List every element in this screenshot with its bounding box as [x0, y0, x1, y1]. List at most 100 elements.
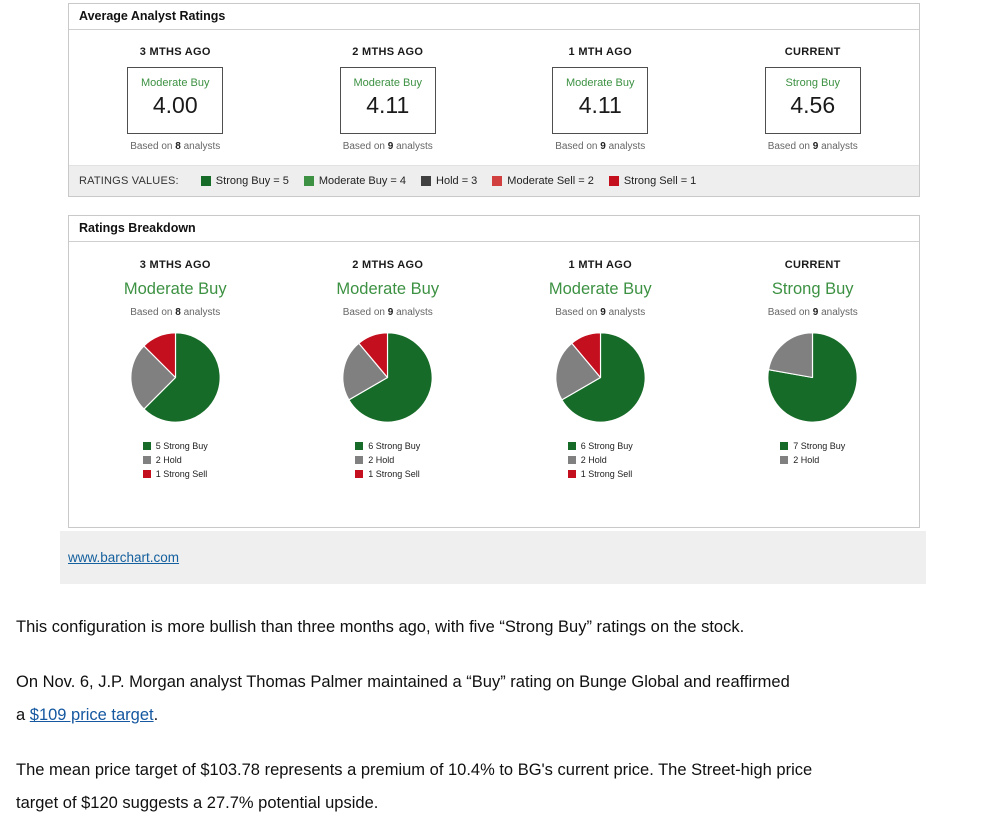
- strong-buy-swatch-icon: [355, 442, 363, 450]
- breakdown-column-current: CURRENT Strong Buy Based on 9 analysts 7…: [707, 259, 920, 483]
- paragraph-text: .: [154, 706, 159, 724]
- ratings-breakdown-columns: 3 MTHS AGO Moderate Buy Based on 8 analy…: [69, 242, 919, 527]
- price-target-link[interactable]: $109 price target: [30, 706, 154, 724]
- strong-sell-swatch-icon: [568, 470, 576, 478]
- legend-item-moderate-sell: Moderate Sell = 2: [492, 175, 594, 187]
- pie-legend: 7 Strong Buy 2 Hold: [780, 437, 845, 465]
- rating-value: 4.00: [128, 92, 222, 119]
- pie-legend-row: 2 Hold: [780, 455, 845, 465]
- avg-column-2mths: 2 MTHS AGO Moderate Buy 4.11 Based on 9 …: [282, 46, 495, 152]
- pie-legend-label: 1 Strong Sell: [368, 469, 420, 479]
- breakdown-column-1mth: 1 MTH AGO Moderate Buy Based on 9 analys…: [494, 259, 707, 483]
- analyst-count-note: Based on 9 analysts: [494, 307, 707, 318]
- pie-legend: 5 Strong Buy 2 Hold 1 Strong Sell: [143, 437, 208, 479]
- legend-item-strong-sell: Strong Sell = 1: [609, 175, 696, 187]
- based-prefix: Based on: [130, 307, 175, 318]
- paragraph-price-target: The mean price target of $103.78 represe…: [16, 754, 998, 820]
- based-prefix: Based on: [555, 141, 600, 152]
- pie-legend-row: 1 Strong Sell: [143, 469, 208, 479]
- pie-legend-label: 1 Strong Sell: [156, 469, 208, 479]
- legend-item-label: Strong Sell = 1: [624, 175, 696, 187]
- analyst-count-note: Based on 9 analysts: [707, 307, 920, 318]
- paragraph-jpmorgan: On Nov. 6, J.P. Morgan analyst Thomas Pa…: [16, 666, 998, 732]
- pie-legend-label: 1 Strong Sell: [581, 469, 633, 479]
- rating-value-box: Moderate Buy 4.00: [127, 67, 223, 134]
- pie-legend-row: 1 Strong Sell: [355, 469, 420, 479]
- pie-chart-2mths: [340, 330, 435, 425]
- rating-label: Moderate Buy: [282, 280, 495, 299]
- rating-value: 4.11: [553, 92, 647, 119]
- rating-value-box: Moderate Buy 4.11: [340, 67, 436, 134]
- pie-legend-row: 6 Strong Buy: [568, 441, 633, 451]
- based-suffix: analysts: [606, 141, 645, 152]
- based-prefix: Based on: [768, 307, 813, 318]
- pie-legend-row: 7 Strong Buy: [780, 441, 845, 451]
- based-prefix: Based on: [343, 307, 388, 318]
- legend-item-strong-buy: Strong Buy = 5: [201, 175, 289, 187]
- legend-item-hold: Hold = 3: [421, 175, 477, 187]
- based-prefix: Based on: [130, 141, 175, 152]
- pie-legend: 6 Strong Buy 2 Hold 1 Strong Sell: [568, 437, 633, 479]
- strong-buy-swatch-icon: [568, 442, 576, 450]
- pie-chart-3mths: [128, 330, 223, 425]
- strong-buy-swatch-icon: [780, 442, 788, 450]
- period-label: 2 MTHS AGO: [282, 46, 495, 58]
- analyst-ratings-figure: Average Analyst Ratings 3 MTHS AGO Moder…: [60, 0, 926, 584]
- breakdown-column-3mths: 3 MTHS AGO Moderate Buy Based on 8 analy…: [69, 259, 282, 483]
- based-prefix: Based on: [768, 141, 813, 152]
- pie-chart-current: [765, 330, 860, 425]
- source-attribution-bar: www.barchart.com: [60, 531, 926, 584]
- rating-label: Moderate Buy: [128, 77, 222, 89]
- pie-legend-label: 6 Strong Buy: [581, 441, 633, 451]
- ratings-values-label: RATINGS VALUES:: [79, 175, 179, 187]
- legend-item-label: Moderate Sell = 2: [507, 175, 594, 187]
- pie-legend-label: 2 Hold: [793, 455, 819, 465]
- paragraph-line: target of $120 suggests a 27.7% potentia…: [16, 787, 998, 820]
- ratings-breakdown-panel-title: Ratings Breakdown: [69, 216, 919, 242]
- rating-label: Moderate Buy: [494, 280, 707, 299]
- rating-value-box: Strong Buy 4.56: [765, 67, 861, 134]
- hold-swatch-icon: [780, 456, 788, 464]
- pie-legend-row: 1 Strong Sell: [568, 469, 633, 479]
- strong-sell-swatch-icon: [355, 470, 363, 478]
- period-label: 3 MTHS AGO: [69, 259, 282, 271]
- hold-swatch-icon: [355, 456, 363, 464]
- pie-legend-row: 2 Hold: [355, 455, 420, 465]
- period-label: 3 MTHS AGO: [69, 46, 282, 58]
- pie-legend-label: 5 Strong Buy: [156, 441, 208, 451]
- moderate-sell-swatch-icon: [492, 176, 502, 186]
- pie-legend: 6 Strong Buy 2 Hold 1 Strong Sell: [355, 437, 420, 479]
- pie-legend-label: 7 Strong Buy: [793, 441, 845, 451]
- rating-label: Moderate Buy: [69, 280, 282, 299]
- strong-buy-swatch-icon: [201, 176, 211, 186]
- paragraph-text: a: [16, 706, 30, 724]
- rating-value-box: Moderate Buy 4.11: [552, 67, 648, 134]
- average-ratings-panel-title: Average Analyst Ratings: [69, 4, 919, 30]
- legend-item-moderate-buy: Moderate Buy = 4: [304, 175, 406, 187]
- period-label: CURRENT: [707, 46, 920, 58]
- based-suffix: analysts: [181, 307, 220, 318]
- based-prefix: Based on: [555, 307, 600, 318]
- barchart-source-link[interactable]: www.barchart.com: [68, 550, 179, 565]
- period-label: 2 MTHS AGO: [282, 259, 495, 271]
- rating-label: Moderate Buy: [341, 77, 435, 89]
- rating-value: 4.11: [341, 92, 435, 119]
- avg-column-1mth: 1 MTH AGO Moderate Buy 4.11 Based on 9 a…: [494, 46, 707, 152]
- pie-legend-label: 2 Hold: [368, 455, 394, 465]
- pie-legend-row: 6 Strong Buy: [355, 441, 420, 451]
- pie-chart-1mth: [553, 330, 648, 425]
- period-label: 1 MTH AGO: [494, 46, 707, 58]
- analyst-count-note: Based on 8 analysts: [69, 141, 282, 152]
- pie-legend-label: 6 Strong Buy: [368, 441, 420, 451]
- paragraph-line: a $109 price target.: [16, 699, 998, 732]
- hold-swatch-icon: [143, 456, 151, 464]
- analyst-count-note: Based on 8 analysts: [69, 307, 282, 318]
- rating-value: 4.56: [766, 92, 860, 119]
- paragraph-bullish-config: This configuration is more bullish than …: [16, 611, 998, 644]
- strong-sell-swatch-icon: [143, 470, 151, 478]
- analyst-count-note: Based on 9 analysts: [282, 141, 495, 152]
- strong-buy-swatch-icon: [143, 442, 151, 450]
- pie-legend-label: 2 Hold: [581, 455, 607, 465]
- analyst-count-note: Based on 9 analysts: [282, 307, 495, 318]
- article-body: This configuration is more bullish than …: [16, 611, 998, 820]
